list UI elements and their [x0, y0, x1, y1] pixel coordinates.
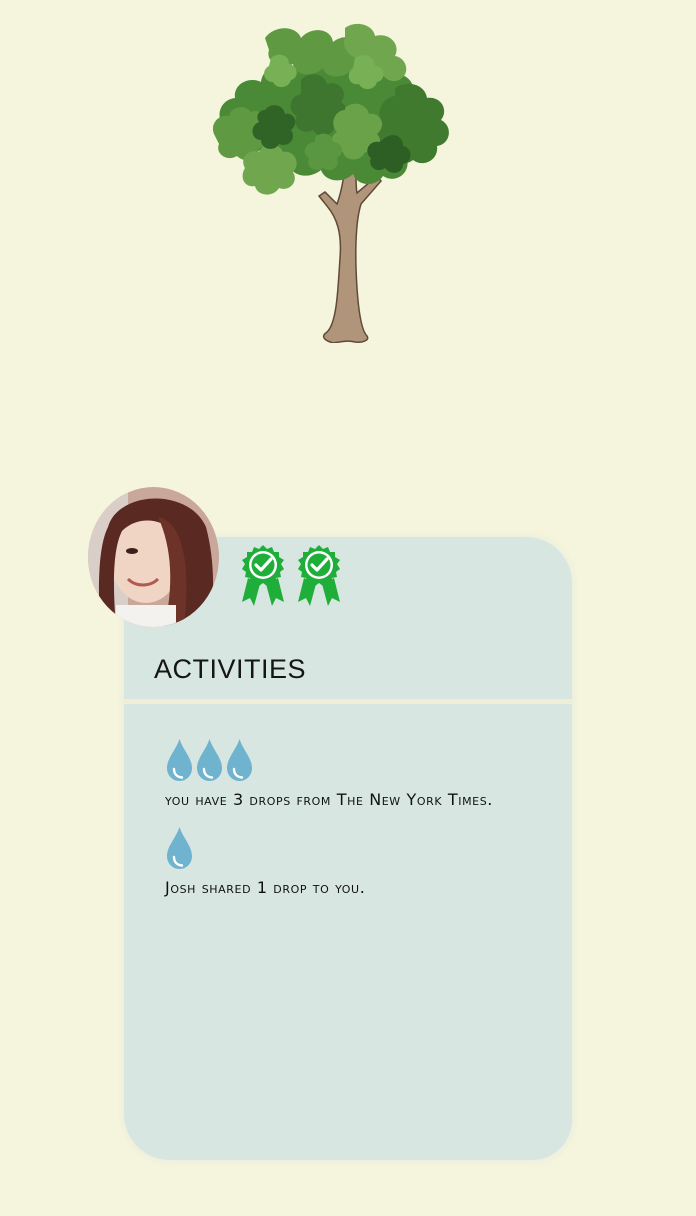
activity-item: you have 3 drops from The New York Times… — [165, 738, 493, 809]
drops-group — [165, 738, 493, 783]
tree-icon — [212, 23, 449, 343]
award-ribbon-check-icon — [242, 545, 284, 606]
water-drop-icon — [167, 739, 192, 781]
water-drop-icon — [197, 739, 222, 781]
badges — [240, 544, 342, 608]
water-drop-icon — [167, 827, 192, 869]
avatar-photo — [88, 487, 219, 627]
award-ribbon-check-icon — [298, 545, 340, 606]
avatar[interactable] — [88, 487, 219, 627]
water-drop-icon — [227, 739, 252, 781]
activity-item: Josh shared 1 drop to you. — [165, 826, 365, 897]
activity-text: you have 3 drops from The New York Times… — [165, 790, 493, 809]
divider — [124, 699, 572, 704]
drops-group — [165, 826, 365, 871]
activity-text: Josh shared 1 drop to you. — [165, 878, 366, 897]
section-title-activities: ACTIVITIES — [154, 654, 307, 684]
